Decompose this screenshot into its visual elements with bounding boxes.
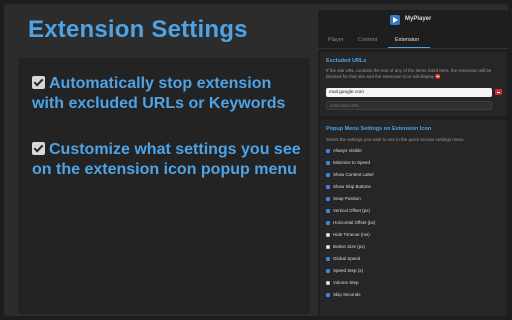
option-global-speed[interactable]: Global Speed [326,256,360,263]
checkbox[interactable] [326,256,330,261]
option-label: Hide Timeout (ms) [333,232,370,237]
option-label: Horizontal Offset (px) [333,220,376,225]
option-label: Speed Step (x) [333,268,364,273]
checkbox[interactable] [326,148,330,153]
tab-bar: Player Content Extension [318,34,508,49]
tab-content[interactable]: Content [358,37,377,43]
section-description: If the site URL contains the text of any… [326,68,492,79]
checkbox[interactable] [326,244,330,249]
option-minimize-to-speed[interactable]: Minimize to Speed [326,160,370,167]
feature-panel: Automatically stop extension with exclud… [18,58,310,314]
option-label: Snap Position [333,196,361,201]
play-icon [390,15,400,25]
excluded-url-field[interactable]: mail.google.com [326,88,492,97]
feature-item-excluded-urls: Automatically stop extension with exclud… [32,74,304,114]
option-always-visible[interactable]: Always Visible [326,148,362,155]
feature-text: Automatically stop extension with exclud… [32,75,286,112]
option-speed-step[interactable]: Speed Step (x) [326,268,363,275]
extension-popup: MyPlayer Player Content Extension Exclud… [318,10,508,318]
option-label: Show Content Label [333,172,374,177]
option-snap-position[interactable]: Snap Position [326,196,361,203]
checkbox[interactable] [326,208,330,213]
option-hide-timeout[interactable]: Hide Timeout (ms) [326,232,370,239]
option-horizontal-offset[interactable]: Horizontal Offset (px) [326,220,375,227]
option-button-size[interactable]: Button Size (px) [326,244,365,251]
section-title: Excluded URLs [326,58,367,64]
active-tab-indicator [388,47,430,48]
option-label: Always Visible [333,148,362,153]
remove-url-button[interactable] [495,89,502,95]
option-label: Vertical Offset (px) [333,208,370,213]
checkbox[interactable] [326,280,330,285]
checkmark-icon [32,142,45,155]
checkbox[interactable] [326,160,330,165]
checkbox[interactable] [326,232,330,237]
option-label: Skip Seconds [333,292,361,297]
option-label: Volume Step [333,280,359,285]
option-label: Global Speed [333,256,361,261]
section-title: Popup Menu Settings on Extension Icon [326,126,432,132]
tab-extension[interactable]: Extension [395,37,419,43]
option-vertical-offset[interactable]: Vertical Offset (px) [326,208,370,215]
new-url-input[interactable]: Add new URL [326,101,492,110]
option-skip-seconds[interactable]: Skip Seconds [326,292,361,299]
feature-text: Customize what settings you see on the e… [32,141,301,178]
feature-item-popup-menu: Customize what settings you see on the e… [32,140,304,180]
tab-player[interactable]: Player [328,37,344,43]
checkmark-icon [32,76,45,89]
option-label: Show Skip Buttons [333,184,371,189]
option-label: Button Size (px) [333,244,366,249]
option-label: Minimize to Speed [333,160,371,165]
popup-menu-settings-section: Popup Menu Settings on Extension Icon Se… [320,120,506,316]
checkbox[interactable] [326,220,330,225]
popup-header: MyPlayer [318,10,508,32]
option-show-content-label[interactable]: Show Content Label [326,172,374,179]
checkbox[interactable] [326,184,330,189]
section-description: Select the settings you wish to see in t… [326,137,465,142]
checkbox[interactable] [326,268,330,273]
checkbox[interactable] [326,172,330,177]
app-name: MyPlayer [405,16,432,22]
option-volume-step[interactable]: Volume Step [326,280,359,287]
option-show-skip-buttons[interactable]: Show Skip Buttons [326,184,371,191]
promo-frame: Extension Settings Automatically stop ex… [4,4,508,318]
checkbox[interactable] [326,292,330,297]
checkbox[interactable] [326,196,330,201]
page-title: Extension Settings [28,16,248,43]
excluded-urls-section: Excluded URLs If the site URL contains t… [320,52,506,116]
